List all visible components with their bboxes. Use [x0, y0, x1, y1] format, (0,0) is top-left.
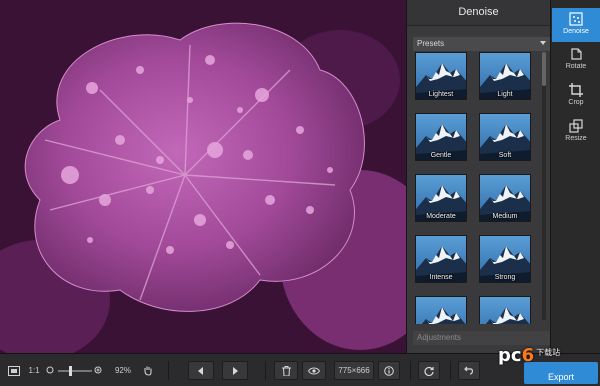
preset-thumbnail[interactable]: Strong	[479, 235, 531, 283]
image-canvas[interactable]	[0, 0, 406, 353]
tool-resize[interactable]: Resize	[552, 115, 600, 149]
refresh-button[interactable]	[418, 361, 440, 380]
app-window: Denoise Presets Lightest Light Gentle Soft M…	[0, 0, 600, 386]
preset-thumbnail[interactable]: Soft	[479, 113, 531, 161]
undo-icon	[464, 366, 473, 375]
resize-icon	[569, 119, 583, 133]
trash-icon	[281, 366, 291, 377]
previous-button[interactable]	[188, 361, 214, 380]
watermark-brand-six: 6	[521, 345, 535, 366]
preset-thumbnail[interactable]: Lightest	[415, 52, 467, 100]
preset-thumbnail[interactable]: Medium	[479, 174, 531, 222]
preset-label: Moderate	[426, 213, 456, 220]
preset-label: Light	[497, 91, 513, 98]
undo-button[interactable]	[458, 361, 480, 380]
hand-tool-button[interactable]	[140, 362, 156, 379]
crop-icon	[569, 83, 583, 97]
info-button[interactable]	[378, 361, 400, 380]
panel-title: Denoise	[407, 0, 550, 26]
zoom-in-icon[interactable]	[92, 362, 104, 379]
eye-icon	[307, 367, 321, 375]
preset-label: Soft	[498, 152, 512, 159]
denoise-panel: Denoise Presets Lightest Light Gentle Soft M…	[406, 0, 551, 353]
hand-icon	[144, 366, 152, 376]
actual-size-button[interactable]: 1:1	[25, 362, 43, 379]
next-button[interactable]	[222, 361, 248, 380]
delete-button[interactable]	[274, 361, 298, 380]
denoise-icon	[569, 12, 583, 26]
preset-label: Medium	[492, 213, 518, 220]
prev-arrow-icon	[198, 367, 203, 375]
tool-denoise[interactable]: Denoise	[552, 8, 600, 42]
zoom-out-icon[interactable]	[44, 362, 56, 379]
info-icon	[384, 366, 394, 376]
preset-thumbnail[interactable]: Intense	[415, 235, 467, 283]
presets-label: Presets	[417, 39, 445, 48]
tool-label: Rotate	[565, 63, 587, 70]
adjustments-section-header[interactable]: Adjustments	[413, 331, 551, 345]
rotate-icon	[571, 48, 582, 60]
zoom-slider-handle[interactable]	[68, 366, 72, 376]
tool-label: Crop	[568, 99, 584, 106]
preview-button[interactable]	[302, 361, 326, 380]
watermark-brand-p: pc	[498, 345, 522, 366]
separator	[265, 361, 266, 380]
preset-label: Strong	[494, 274, 516, 281]
zoom-slider[interactable]	[58, 370, 92, 372]
preset-thumbnail[interactable]	[479, 296, 531, 324]
fit-screen-button[interactable]	[6, 362, 22, 379]
fit-screen-icon	[8, 366, 20, 376]
leaf-photo	[0, 0, 406, 353]
next-arrow-icon	[233, 367, 238, 375]
presets-section-header[interactable]: Presets	[413, 37, 551, 51]
separator	[450, 361, 451, 380]
image-dimensions: 775×666	[334, 361, 374, 380]
presets-scrollbar[interactable]	[542, 52, 546, 320]
tool-crop[interactable]: Crop	[552, 79, 600, 113]
preset-thumbnail[interactable]	[415, 296, 467, 324]
scrollbar-thumb[interactable]	[542, 52, 546, 86]
mountain-preview-image	[421, 307, 466, 324]
separator	[410, 361, 411, 380]
preset-label: Lightest	[428, 91, 454, 98]
tool-rotate[interactable]: Rotate	[552, 43, 600, 77]
watermark-brand-rest: 下载站	[536, 348, 561, 357]
collapse-arrow-icon[interactable]	[540, 41, 546, 45]
preset-thumbnail[interactable]: Light	[479, 52, 531, 100]
tool-label: Denoise	[563, 28, 589, 35]
preset-label: Gentle	[430, 152, 452, 159]
preset-thumbnail[interactable]: Gentle	[415, 113, 467, 161]
mountain-preview-image	[485, 307, 530, 324]
separator	[168, 361, 169, 380]
tool-label: Resize	[565, 135, 587, 142]
refresh-icon	[424, 366, 434, 377]
tools-sidebar: Denoise Rotate Crop Resize	[550, 0, 600, 353]
preset-label: Intense	[429, 274, 453, 281]
zoom-value: 92%	[114, 366, 131, 375]
preset-thumbnail[interactable]: Moderate	[415, 174, 467, 222]
presets-grid: Lightest Light Gentle Soft Moderate Medium Int…	[415, 52, 539, 324]
site-watermark: pc6 下载站	[498, 345, 560, 367]
